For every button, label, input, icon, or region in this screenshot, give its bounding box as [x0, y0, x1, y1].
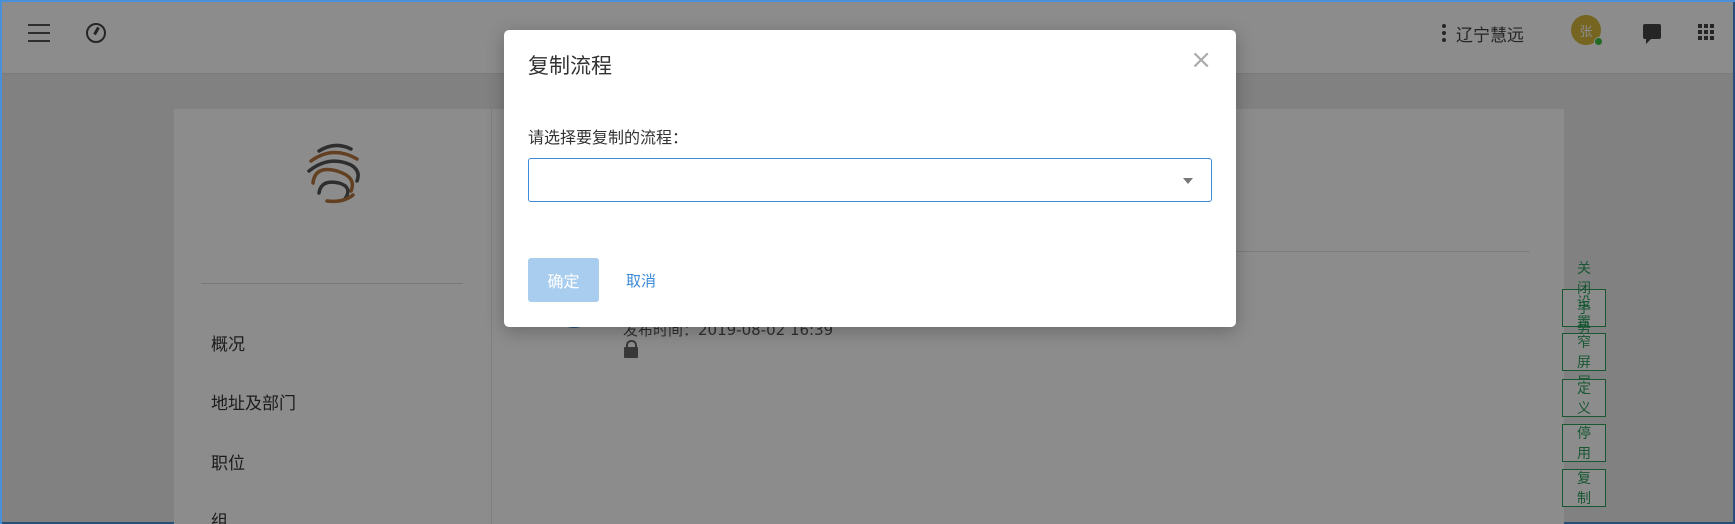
- chevron-down-icon: [1183, 178, 1193, 184]
- confirm-button[interactable]: 确定: [528, 258, 599, 302]
- copy-flow-dialog: 复制流程 × 请选择要复制的流程： 确定 取消: [504, 30, 1236, 327]
- cancel-button[interactable]: 取消: [626, 270, 656, 291]
- close-icon[interactable]: ×: [1190, 46, 1212, 74]
- dialog-title: 复制流程: [528, 54, 612, 78]
- select-flow-label: 请选择要复制的流程：: [528, 128, 689, 147]
- flow-select[interactable]: [528, 158, 1212, 202]
